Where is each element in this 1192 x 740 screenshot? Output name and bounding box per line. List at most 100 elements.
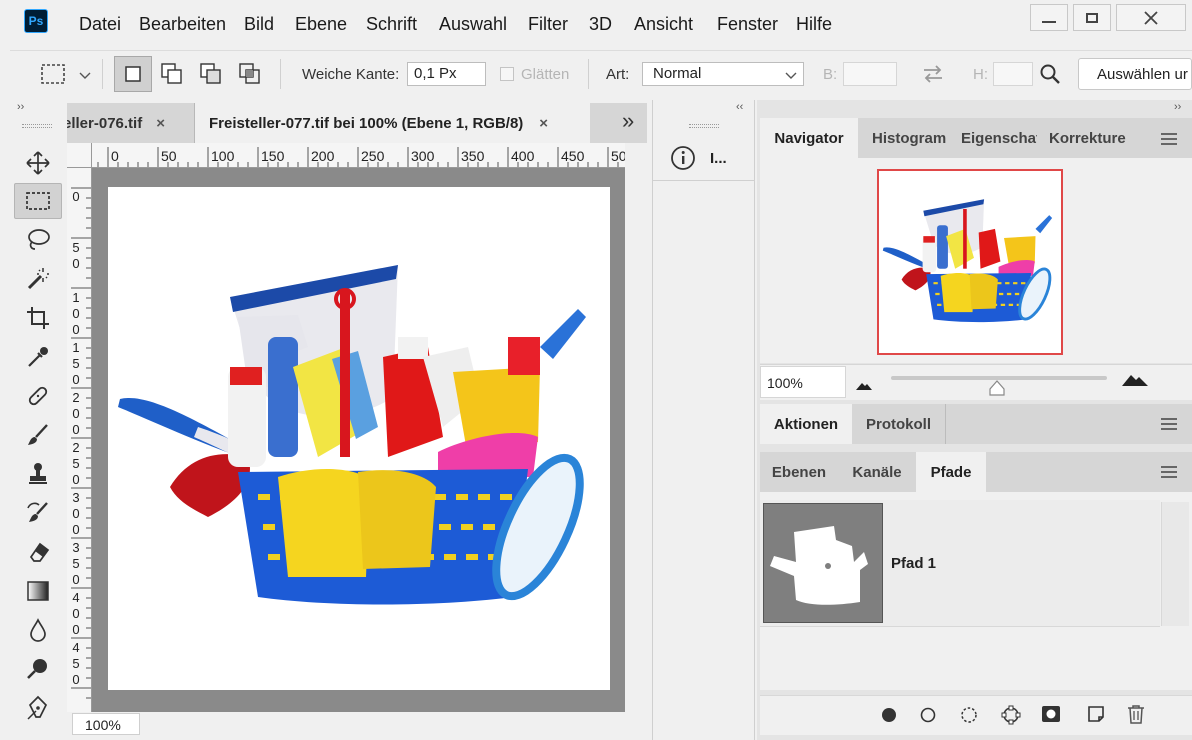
ruler-label-v: 300	[72, 490, 80, 537]
tab-overflow-button[interactable]: »	[622, 108, 634, 134]
menu-bild[interactable]: Bild	[244, 14, 274, 35]
tab-properties[interactable]: Eigenschaf	[951, 118, 1037, 158]
search-button[interactable]	[1039, 63, 1061, 90]
subtract-selection-button[interactable]	[199, 62, 223, 91]
magic-wand-tool[interactable]	[14, 261, 62, 297]
pen-tool[interactable]	[14, 690, 62, 726]
tab-freisteller-077[interactable]: Freisteller-077.tif bei 100% (Ebene 1, R…	[195, 103, 590, 143]
actions-menu-icon[interactable]	[1161, 418, 1177, 430]
tab-navigator[interactable]: Navigator	[760, 118, 858, 158]
tab-freisteller-076[interactable]: eller-076.tif ×	[67, 103, 194, 143]
brush-tool[interactable]	[14, 417, 62, 453]
style-select[interactable]: Normal	[642, 62, 804, 86]
menu-3d[interactable]: 3D	[589, 14, 612, 35]
zoom-slider-handle[interactable]	[989, 380, 1005, 401]
tools-collapse-glyph[interactable]: ››	[17, 101, 24, 113]
lasso-tool[interactable]	[14, 222, 62, 258]
select-and-mask-button[interactable]: Auswählen ur	[1078, 58, 1192, 90]
marquee-preset-picker[interactable]	[40, 63, 66, 90]
tab-layers[interactable]: Ebenen	[760, 452, 838, 492]
make-work-path-button[interactable]	[1000, 704, 1022, 731]
navigator-menu-icon[interactable]	[1161, 133, 1177, 145]
intersect-selection-button[interactable]	[238, 62, 262, 91]
dodge-tool[interactable]	[14, 651, 62, 687]
swap-dimensions-button[interactable]	[921, 63, 945, 90]
close-icon[interactable]: ×	[156, 115, 165, 132]
menu-filter[interactable]: Filter	[528, 14, 568, 35]
menu-schrift[interactable]: Schrift	[366, 14, 417, 35]
rect-marquee-tool[interactable]	[14, 183, 62, 219]
ruler-origin[interactable]	[67, 143, 92, 168]
tools-grip[interactable]	[22, 124, 52, 128]
height-input[interactable]	[993, 62, 1033, 86]
soft-edge-input[interactable]: 0,1 Px	[407, 62, 486, 86]
eraser-tool[interactable]	[14, 534, 62, 570]
new-path-button[interactable]	[1087, 705, 1105, 728]
new-item-icon	[1088, 706, 1104, 722]
tab-paths[interactable]: Pfade	[916, 452, 986, 492]
menu-ansicht[interactable]: Ansicht	[634, 14, 693, 35]
navigator-zoom-input[interactable]: 100%	[760, 366, 846, 398]
dodge-icon	[27, 659, 47, 679]
eyedropper-tool[interactable]	[14, 339, 62, 375]
tab-history[interactable]: Protokoll	[852, 404, 945, 444]
paths-scrollbar[interactable]	[1161, 502, 1189, 626]
tab-adjustments[interactable]: Korrekture	[1038, 118, 1128, 158]
crop-tool[interactable]	[14, 300, 62, 336]
search-icon	[1040, 64, 1060, 84]
ruler-label-v: 200	[72, 390, 80, 437]
fill-path-button[interactable]	[881, 707, 897, 728]
bandage-icon	[28, 386, 48, 406]
menu-ebene[interactable]: Ebene	[295, 14, 347, 35]
swap-arrows-icon	[924, 65, 942, 83]
dock-collapse-button[interactable]: ‹‹	[736, 101, 743, 113]
eraser-icon	[29, 542, 50, 562]
stroke-path-button[interactable]	[920, 707, 936, 728]
move-tool[interactable]	[14, 145, 62, 181]
menu-auswahl[interactable]: Auswahl	[439, 14, 507, 35]
menu-bearbeiten[interactable]: Bearbeiten	[139, 14, 226, 35]
close-window-button[interactable]	[1116, 4, 1186, 31]
list-item[interactable]: Pfad 1	[760, 500, 1160, 627]
add-mask-button[interactable]	[1041, 705, 1061, 728]
gradient-tool[interactable]	[14, 573, 62, 609]
minimize-button[interactable]	[1030, 4, 1068, 31]
maximize-button[interactable]	[1073, 4, 1111, 31]
add-to-selection-button[interactable]	[160, 62, 184, 91]
ruler-label-v: 250	[72, 440, 80, 487]
right-dock-collapse-button[interactable]: ››	[1174, 101, 1181, 113]
add-selection-icon	[161, 63, 182, 84]
healing-brush-tool[interactable]	[14, 378, 62, 414]
delete-path-button[interactable]	[1127, 704, 1145, 729]
zoom-level-field[interactable]: 100%	[72, 713, 140, 735]
layers-menu-icon[interactable]	[1161, 466, 1177, 478]
ruler-label: 400	[511, 148, 535, 164]
info-panel-button[interactable]: I...	[660, 138, 750, 178]
tab-histogram[interactable]: Histogram	[860, 118, 950, 158]
rect-marquee-icon	[26, 192, 50, 210]
dock-grip[interactable]	[689, 124, 719, 128]
ruler-label-v: 100	[72, 290, 80, 337]
tab-actions[interactable]: Aktionen	[760, 404, 852, 444]
circle-outline-icon	[920, 707, 936, 723]
tab-channels[interactable]: Kanäle	[838, 452, 916, 492]
stamp-tool[interactable]	[14, 456, 62, 492]
menu-fenster[interactable]: Fenster	[717, 14, 778, 35]
preset-dropdown-button[interactable]	[79, 68, 91, 86]
ruler-label-v: 400	[72, 590, 80, 637]
zoom-in-button[interactable]	[1122, 373, 1148, 391]
menu-hilfe[interactable]: Hilfe	[796, 14, 832, 35]
zoom-out-button[interactable]	[856, 377, 872, 395]
width-input[interactable]	[843, 62, 897, 86]
antialias-checkbox[interactable]	[500, 67, 514, 81]
document-canvas[interactable]	[108, 187, 610, 690]
menu-datei[interactable]: Datei	[79, 14, 121, 35]
new-selection-button[interactable]	[114, 56, 152, 92]
blur-tool[interactable]	[14, 612, 62, 648]
load-as-selection-button[interactable]	[960, 706, 978, 729]
style-label: Art:	[606, 66, 630, 83]
soft-edge-label: Weiche Kante:	[302, 66, 400, 83]
close-icon[interactable]: ×	[539, 115, 548, 132]
navigator-view-box[interactable]	[877, 169, 1063, 355]
history-brush-tool[interactable]	[14, 495, 62, 531]
